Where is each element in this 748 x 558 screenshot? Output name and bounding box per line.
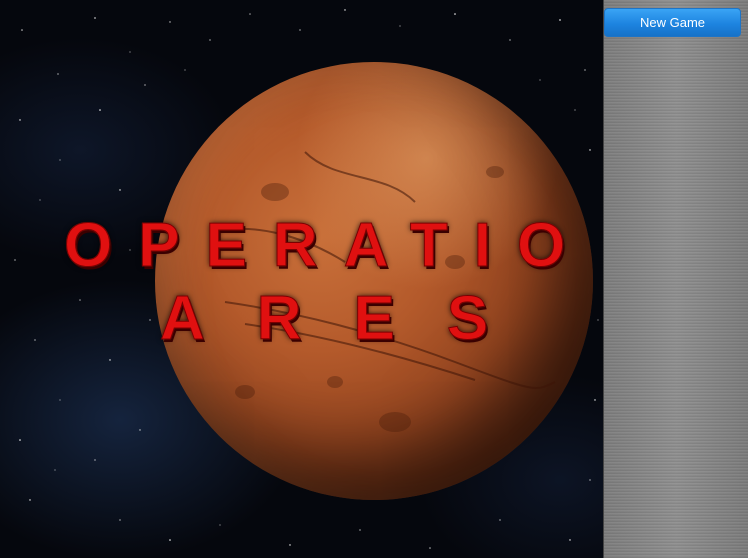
game-scene: OPERATIO ARES — [0, 0, 603, 558]
side-panel — [603, 0, 748, 558]
game-title-line-1: OPERATIO — [64, 211, 592, 281]
game-title-line-2: ARES — [160, 284, 541, 354]
planet-surface-detail — [214, 151, 556, 432]
new-game-button[interactable]: New Game — [604, 8, 741, 37]
